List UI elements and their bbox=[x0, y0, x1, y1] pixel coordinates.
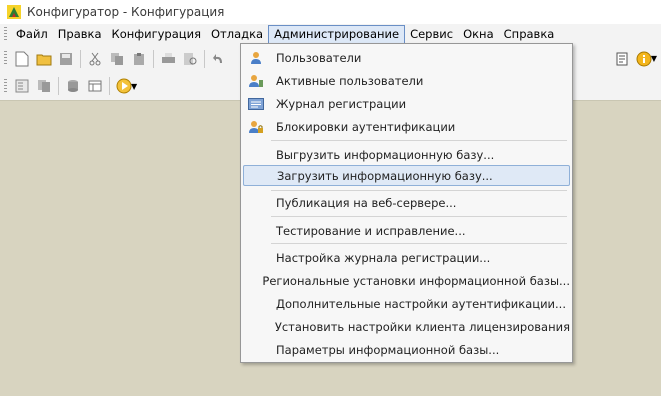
compare-icon bbox=[38, 80, 50, 92]
toolbar-separator bbox=[58, 77, 59, 95]
menu-item-users[interactable]: Пользователи bbox=[243, 47, 570, 68]
active-users-icon bbox=[248, 73, 264, 89]
menu-service[interactable]: Сервис bbox=[405, 25, 458, 44]
menu-item-infobase-parameters[interactable]: Параметры информационной базы... bbox=[243, 339, 570, 360]
app-logo-icon bbox=[7, 5, 21, 19]
menu-item-import-infobase[interactable]: Загрузить информационную базу... bbox=[243, 165, 570, 186]
event-log-icon bbox=[248, 96, 264, 112]
menu-debug[interactable]: Отладка bbox=[206, 25, 268, 44]
undo-button[interactable] bbox=[208, 48, 230, 70]
toolbar-separator bbox=[204, 49, 205, 68]
database-button[interactable] bbox=[62, 75, 84, 97]
menu-configuration[interactable]: Конфигурация bbox=[107, 25, 206, 44]
compare-button[interactable] bbox=[33, 75, 55, 97]
database-icon bbox=[68, 80, 78, 92]
menu-item-license-client-settings[interactable]: Установить настройки клиента лицензирова… bbox=[243, 316, 570, 337]
new-document-icon bbox=[15, 51, 29, 66]
play-icon bbox=[116, 78, 132, 94]
toolbar-separator bbox=[109, 77, 110, 95]
toolbar-grip[interactable] bbox=[4, 51, 7, 66]
save-icon bbox=[60, 52, 72, 65]
window-title: Конфигуратор - Конфигурация bbox=[27, 5, 225, 19]
copy-icon bbox=[111, 52, 123, 65]
syntax-helper-icon bbox=[616, 52, 628, 65]
title-bar: Конфигуратор - Конфигурация bbox=[0, 0, 661, 24]
info-dropdown-caret-icon[interactable]: ▼ bbox=[651, 54, 657, 63]
scissors-icon bbox=[89, 52, 101, 65]
menu-separator bbox=[271, 140, 567, 141]
menu-item-auth-settings[interactable]: Дополнительные настройки аутентификации.… bbox=[243, 293, 570, 314]
paste-button[interactable] bbox=[128, 48, 150, 70]
menu-separator bbox=[271, 216, 567, 217]
toolbar-separator bbox=[80, 49, 81, 68]
cut-button[interactable] bbox=[84, 48, 106, 70]
auth-lock-icon bbox=[248, 119, 264, 135]
structure-icon bbox=[88, 80, 102, 92]
syntax-helper-button[interactable] bbox=[611, 48, 633, 70]
menu-separator bbox=[271, 243, 567, 244]
print-button[interactable] bbox=[157, 48, 179, 70]
debug-dropdown-caret-icon[interactable]: ▼ bbox=[131, 82, 137, 91]
save-button[interactable] bbox=[55, 48, 77, 70]
menu-item-log-settings[interactable]: Настройка журнала регистрации... bbox=[243, 247, 570, 268]
menubar-grip[interactable] bbox=[4, 27, 7, 42]
menu-administration[interactable]: Администрирование bbox=[268, 25, 406, 44]
open-folder-icon bbox=[36, 54, 52, 65]
paste-icon bbox=[134, 52, 144, 65]
menu-item-export-infobase[interactable]: Выгрузить информационную базу... bbox=[243, 144, 570, 165]
printer-icon bbox=[161, 52, 175, 63]
config-window-button[interactable] bbox=[11, 75, 33, 97]
copy-button[interactable] bbox=[106, 48, 128, 70]
config-window-icon bbox=[15, 79, 29, 93]
toolbar-separator bbox=[153, 49, 154, 68]
menu-separator bbox=[271, 190, 567, 191]
new-button[interactable] bbox=[11, 48, 33, 70]
menu-item-web-publish[interactable]: Публикация на веб-сервере... bbox=[243, 192, 570, 213]
structure-button[interactable] bbox=[84, 75, 106, 97]
toolbar-grip[interactable] bbox=[4, 78, 7, 94]
administration-menu: Пользователи Активные пользователи Журна… bbox=[240, 43, 573, 363]
menu-item-auth-locks[interactable]: Блокировки аутентификации bbox=[243, 116, 570, 137]
undo-icon bbox=[213, 53, 222, 63]
menu-edit[interactable]: Правка bbox=[53, 25, 107, 44]
menu-item-event-log[interactable]: Журнал регистрации bbox=[243, 93, 570, 114]
print-preview-icon bbox=[184, 52, 197, 65]
menu-help[interactable]: Справка bbox=[499, 25, 560, 44]
menu-file[interactable]: Файл bbox=[11, 25, 53, 44]
preview-button[interactable] bbox=[179, 48, 201, 70]
user-icon bbox=[248, 50, 264, 66]
menu-bar: Файл Правка Конфигурация Отладка Админис… bbox=[0, 24, 661, 45]
info-icon bbox=[636, 51, 652, 66]
menu-item-regional-settings[interactable]: Региональные установки информационной ба… bbox=[243, 270, 570, 291]
menu-item-test-repair[interactable]: Тестирование и исправление... bbox=[243, 220, 570, 241]
menu-item-active-users[interactable]: Активные пользователи bbox=[243, 70, 570, 91]
open-button[interactable] bbox=[33, 48, 55, 70]
menu-windows[interactable]: Окна bbox=[458, 25, 499, 44]
